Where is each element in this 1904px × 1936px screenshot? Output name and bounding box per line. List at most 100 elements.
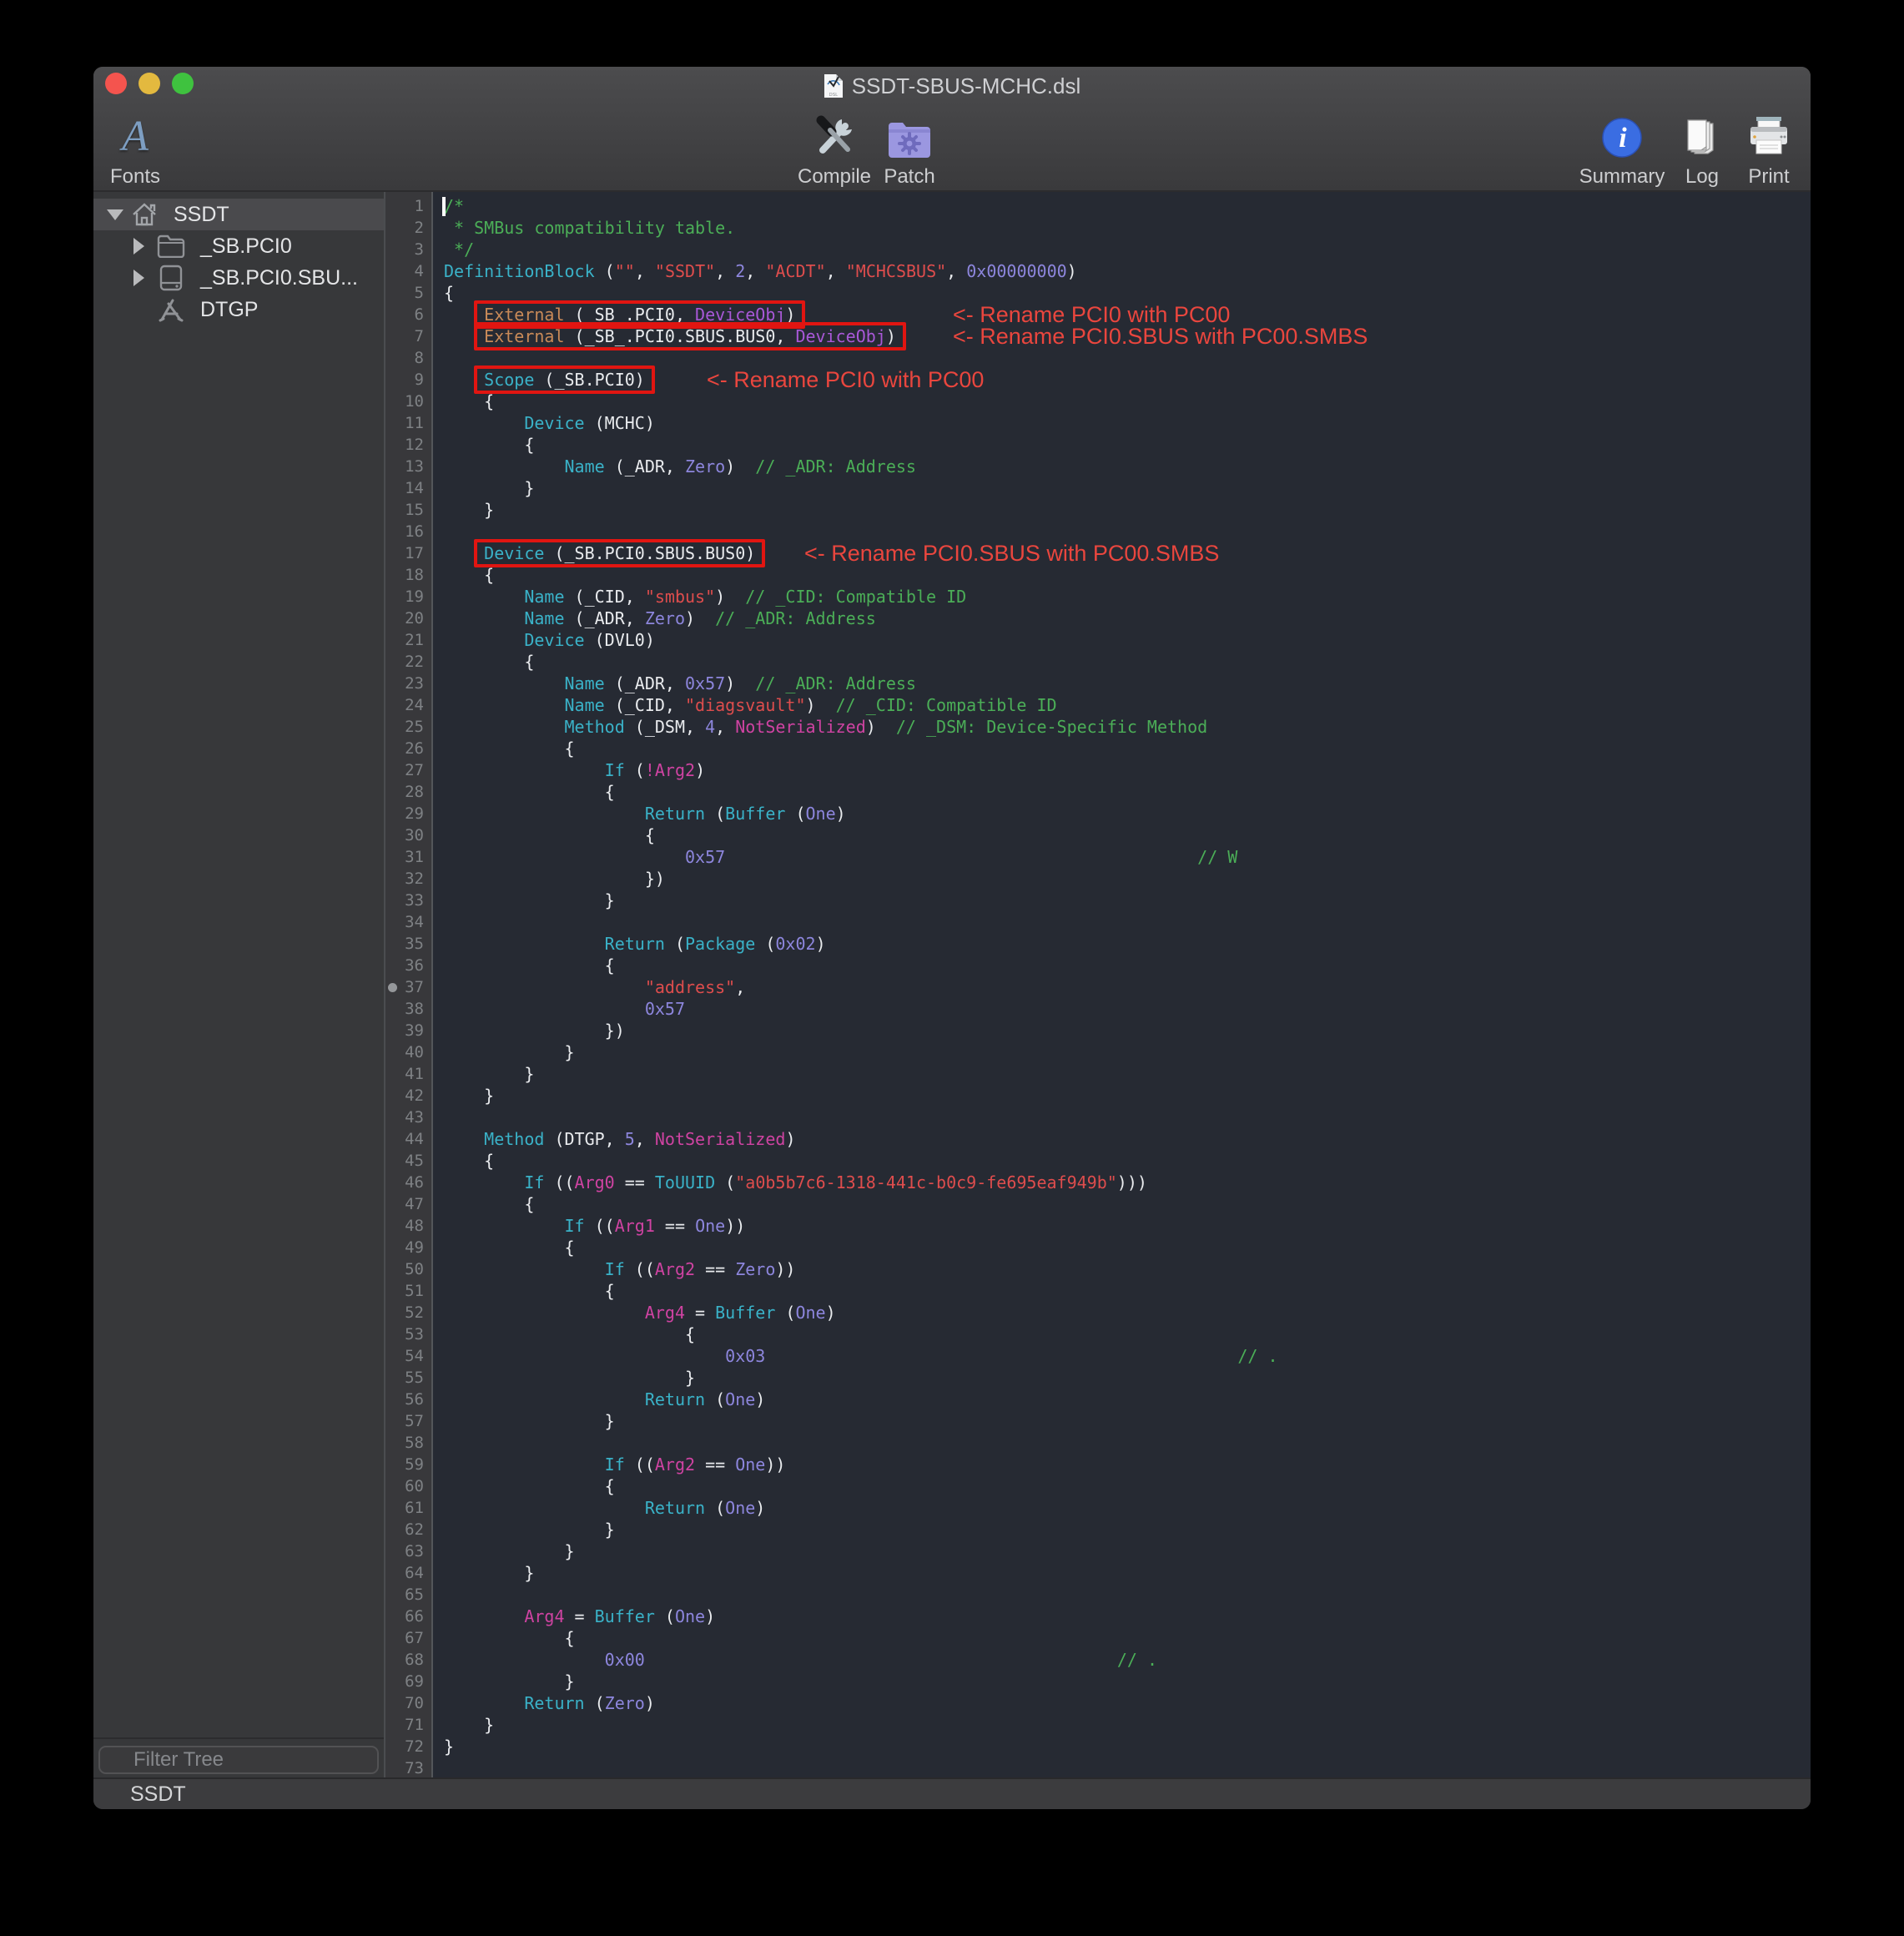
- code-line: Name (_ADR, Zero) // _ADR: Address: [433, 608, 1811, 629]
- filter-tree-input[interactable]: [98, 1746, 379, 1774]
- line-number: 27: [385, 759, 431, 781]
- line-number: 7: [385, 325, 431, 347]
- code-token: )): [765, 1455, 785, 1475]
- code-token: {: [444, 565, 494, 585]
- code-line: Return (Package (0x02): [433, 933, 1811, 955]
- disclosure-collapsed-icon[interactable]: [133, 270, 144, 286]
- code-token: }: [444, 1042, 575, 1062]
- tree-item-sb-pci0-sbus[interactable]: _SB.PCI0.SBU...: [93, 262, 384, 294]
- code-token: (: [715, 1172, 735, 1192]
- line-number: 53: [385, 1323, 431, 1345]
- code-token: {: [444, 782, 615, 802]
- line-number: 14: [385, 477, 431, 499]
- ssdt-tree: SSDT _SB.PCI0: [93, 192, 384, 325]
- code-token: 0x00: [605, 1650, 645, 1670]
- code-token: }: [444, 1541, 575, 1561]
- code-line: {: [433, 781, 1811, 803]
- code-line: [433, 1757, 1811, 1777]
- code-token: [444, 695, 565, 715]
- code-line: If (!Arg2): [433, 759, 1811, 781]
- line-number: 40: [385, 1041, 431, 1063]
- code-token: ): [685, 608, 715, 628]
- code-token: (_ADR,: [565, 608, 645, 628]
- code-token: [444, 1172, 524, 1192]
- line-number: 48: [385, 1215, 431, 1237]
- code-token: [444, 999, 645, 1019]
- code-token: "a0b5b7c6-1318-441c-b0c9-fe695eaf949b": [735, 1172, 1117, 1192]
- code-token: (_SB.PCI0.SBUS.BUS0): [544, 543, 755, 563]
- code-line: Method (DTGP, 5, NotSerialized): [433, 1128, 1811, 1150]
- document-proxy-icon[interactable]: DSL: [824, 73, 844, 98]
- code-line: Arg4 = Buffer (One): [433, 1606, 1811, 1627]
- code-token: "MCHCSBUS": [846, 261, 946, 281]
- code-token: ): [866, 717, 896, 737]
- line-number: 70: [385, 1692, 431, 1714]
- code-token: }: [444, 1737, 454, 1757]
- code-line: DefinitionBlock ("", "SSDT", 2, "ACDT", …: [433, 260, 1811, 282]
- code-token: 0x02: [775, 934, 815, 954]
- code-token: ): [836, 804, 846, 824]
- line-number: 32: [385, 868, 431, 890]
- code-line: Scope (_SB.PCI0)<- Rename PCI0 with PC00: [433, 369, 1811, 391]
- code-token: Buffer: [725, 804, 785, 824]
- disclosure-collapsed-icon[interactable]: [133, 238, 144, 255]
- code-token: ))): [1117, 1172, 1147, 1192]
- code-token: ToUUID: [655, 1172, 715, 1192]
- code-line: }: [433, 1063, 1811, 1085]
- code-line: {: [433, 1627, 1811, 1649]
- patch-folder-icon: [886, 118, 933, 159]
- minimize-button[interactable]: [139, 73, 160, 94]
- summary-button[interactable]: i Summary: [1580, 112, 1664, 189]
- code-token: Return: [524, 1693, 584, 1713]
- line-number: 5: [385, 282, 431, 304]
- code-token: Device: [524, 630, 584, 650]
- line-number: 33: [385, 890, 431, 911]
- print-button[interactable]: Print: [1727, 112, 1811, 189]
- code-token: Name: [565, 695, 605, 715]
- code-token: 0x03: [725, 1346, 765, 1366]
- fonts-button[interactable]: A Fonts: [93, 112, 177, 189]
- line-number: 30: [385, 824, 431, 846]
- tree-item-sb-pci0[interactable]: _SB.PCI0: [93, 230, 384, 262]
- code-token: If: [565, 1216, 585, 1236]
- code-token: Name: [565, 673, 605, 693]
- tree-item-ssdt[interactable]: SSDT: [93, 199, 384, 230]
- close-button[interactable]: [105, 73, 127, 94]
- code-area[interactable]: /* * SMBus compatibility table. */Defini…: [433, 192, 1811, 1777]
- code-token: }: [444, 1563, 534, 1583]
- line-number: 26: [385, 738, 431, 759]
- code-token: Method: [565, 717, 625, 737]
- code-token: }: [444, 1086, 494, 1106]
- code-line: {: [433, 1475, 1811, 1497]
- code-token: (_ADR,: [605, 456, 685, 476]
- tree-item-dtgp[interactable]: DTGP: [93, 294, 384, 325]
- disclosure-expanded-icon[interactable]: [107, 209, 123, 220]
- code-token: ): [695, 760, 705, 780]
- code-token: ,: [715, 261, 735, 281]
- patch-button[interactable]: Patch: [868, 112, 951, 189]
- code-token: {: [444, 955, 615, 976]
- code-token: {: [444, 1151, 494, 1171]
- status-text: SSDT: [130, 1782, 186, 1807]
- line-number: 63: [385, 1540, 431, 1562]
- code-token: ): [826, 1303, 836, 1323]
- code-token: (_CID,: [565, 587, 645, 607]
- code-line: If ((Arg0 == ToUUID ("a0b5b7c6-1318-441c…: [433, 1172, 1811, 1193]
- line-number: 35: [385, 933, 431, 955]
- line-number: 1: [385, 195, 431, 217]
- code-token: {: [444, 391, 494, 411]
- compile-button[interactable]: Compile: [793, 112, 876, 189]
- line-number: 13: [385, 456, 431, 477]
- code-token: DefinitionBlock: [444, 261, 595, 281]
- zoom-button[interactable]: [172, 73, 194, 94]
- code-line: {: [433, 391, 1811, 412]
- log-pages-icon: [1681, 117, 1723, 159]
- code-line: {: [433, 738, 1811, 759]
- code-token: (: [625, 760, 645, 780]
- code-token: Arg4: [524, 1606, 564, 1626]
- line-number: 51: [385, 1280, 431, 1302]
- gutter: 1234567891011121314151617181920212223242…: [385, 192, 433, 1777]
- code-token: [444, 1346, 725, 1366]
- line-number: 45: [385, 1150, 431, 1172]
- line-number: 15: [385, 499, 431, 521]
